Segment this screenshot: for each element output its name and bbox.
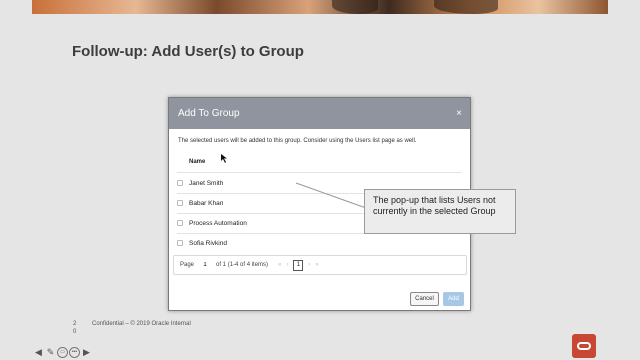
slide-title: Follow-up: Add User(s) to Group	[72, 43, 304, 60]
current-page-button[interactable]: 1	[293, 259, 304, 271]
dialog-header: Add To Group ×	[169, 98, 470, 129]
callout-text: The pop-up that lists Users not currentl…	[373, 195, 496, 216]
zoom-icon[interactable]: ▭	[57, 347, 68, 358]
mouse-cursor-icon	[221, 154, 227, 163]
user-row[interactable]: Sofia Rivkind	[177, 233, 463, 253]
page-label: Page	[180, 262, 195, 268]
back-arrow-icon[interactable]: ◀	[33, 347, 44, 358]
last-page-button[interactable]: »	[315, 262, 318, 268]
slide-number: 2 0	[73, 321, 77, 335]
user-name: Janet Smith	[189, 179, 224, 187]
user-name: Process Automation	[189, 219, 247, 227]
callout-box: The pop-up that lists Users not currentl…	[364, 189, 516, 234]
dialog-description: The selected users will be added to this…	[178, 138, 417, 144]
page-info: of 1 (1-4 of 4 items)	[216, 262, 269, 268]
presentation-controls: ◀ ✎ ▭ ••• ▶	[33, 347, 92, 358]
pagination-bar: Page of 1 (1-4 of 4 items) « ‹ 1 › »	[173, 255, 467, 275]
cancel-button[interactable]: Cancel	[410, 292, 439, 306]
forward-arrow-icon[interactable]: ▶	[81, 347, 92, 358]
dialog-title: Add To Group	[178, 108, 240, 119]
row-checkbox[interactable]	[177, 240, 183, 246]
close-icon[interactable]: ×	[456, 108, 462, 119]
name-column-header[interactable]: Name	[189, 159, 205, 165]
row-checkbox[interactable]	[177, 180, 183, 186]
add-button[interactable]: Add	[443, 292, 464, 306]
row-checkbox[interactable]	[177, 200, 183, 206]
more-icon[interactable]: •••	[69, 347, 80, 358]
user-name: Sofia Rivkind	[189, 239, 227, 247]
pen-icon[interactable]: ✎	[45, 347, 56, 358]
oracle-logo-icon	[572, 334, 596, 358]
header-banner-image	[32, 0, 608, 14]
next-page-button[interactable]: ›	[308, 262, 310, 268]
user-name: Babar Khan	[189, 199, 224, 207]
row-checkbox[interactable]	[177, 220, 183, 226]
first-page-button[interactable]: «	[278, 262, 281, 268]
footer-confidential: Confidential – © 2019 Oracle Internal	[92, 321, 191, 327]
page-number-input[interactable]	[197, 259, 214, 271]
prev-page-button[interactable]: ‹	[286, 262, 288, 268]
